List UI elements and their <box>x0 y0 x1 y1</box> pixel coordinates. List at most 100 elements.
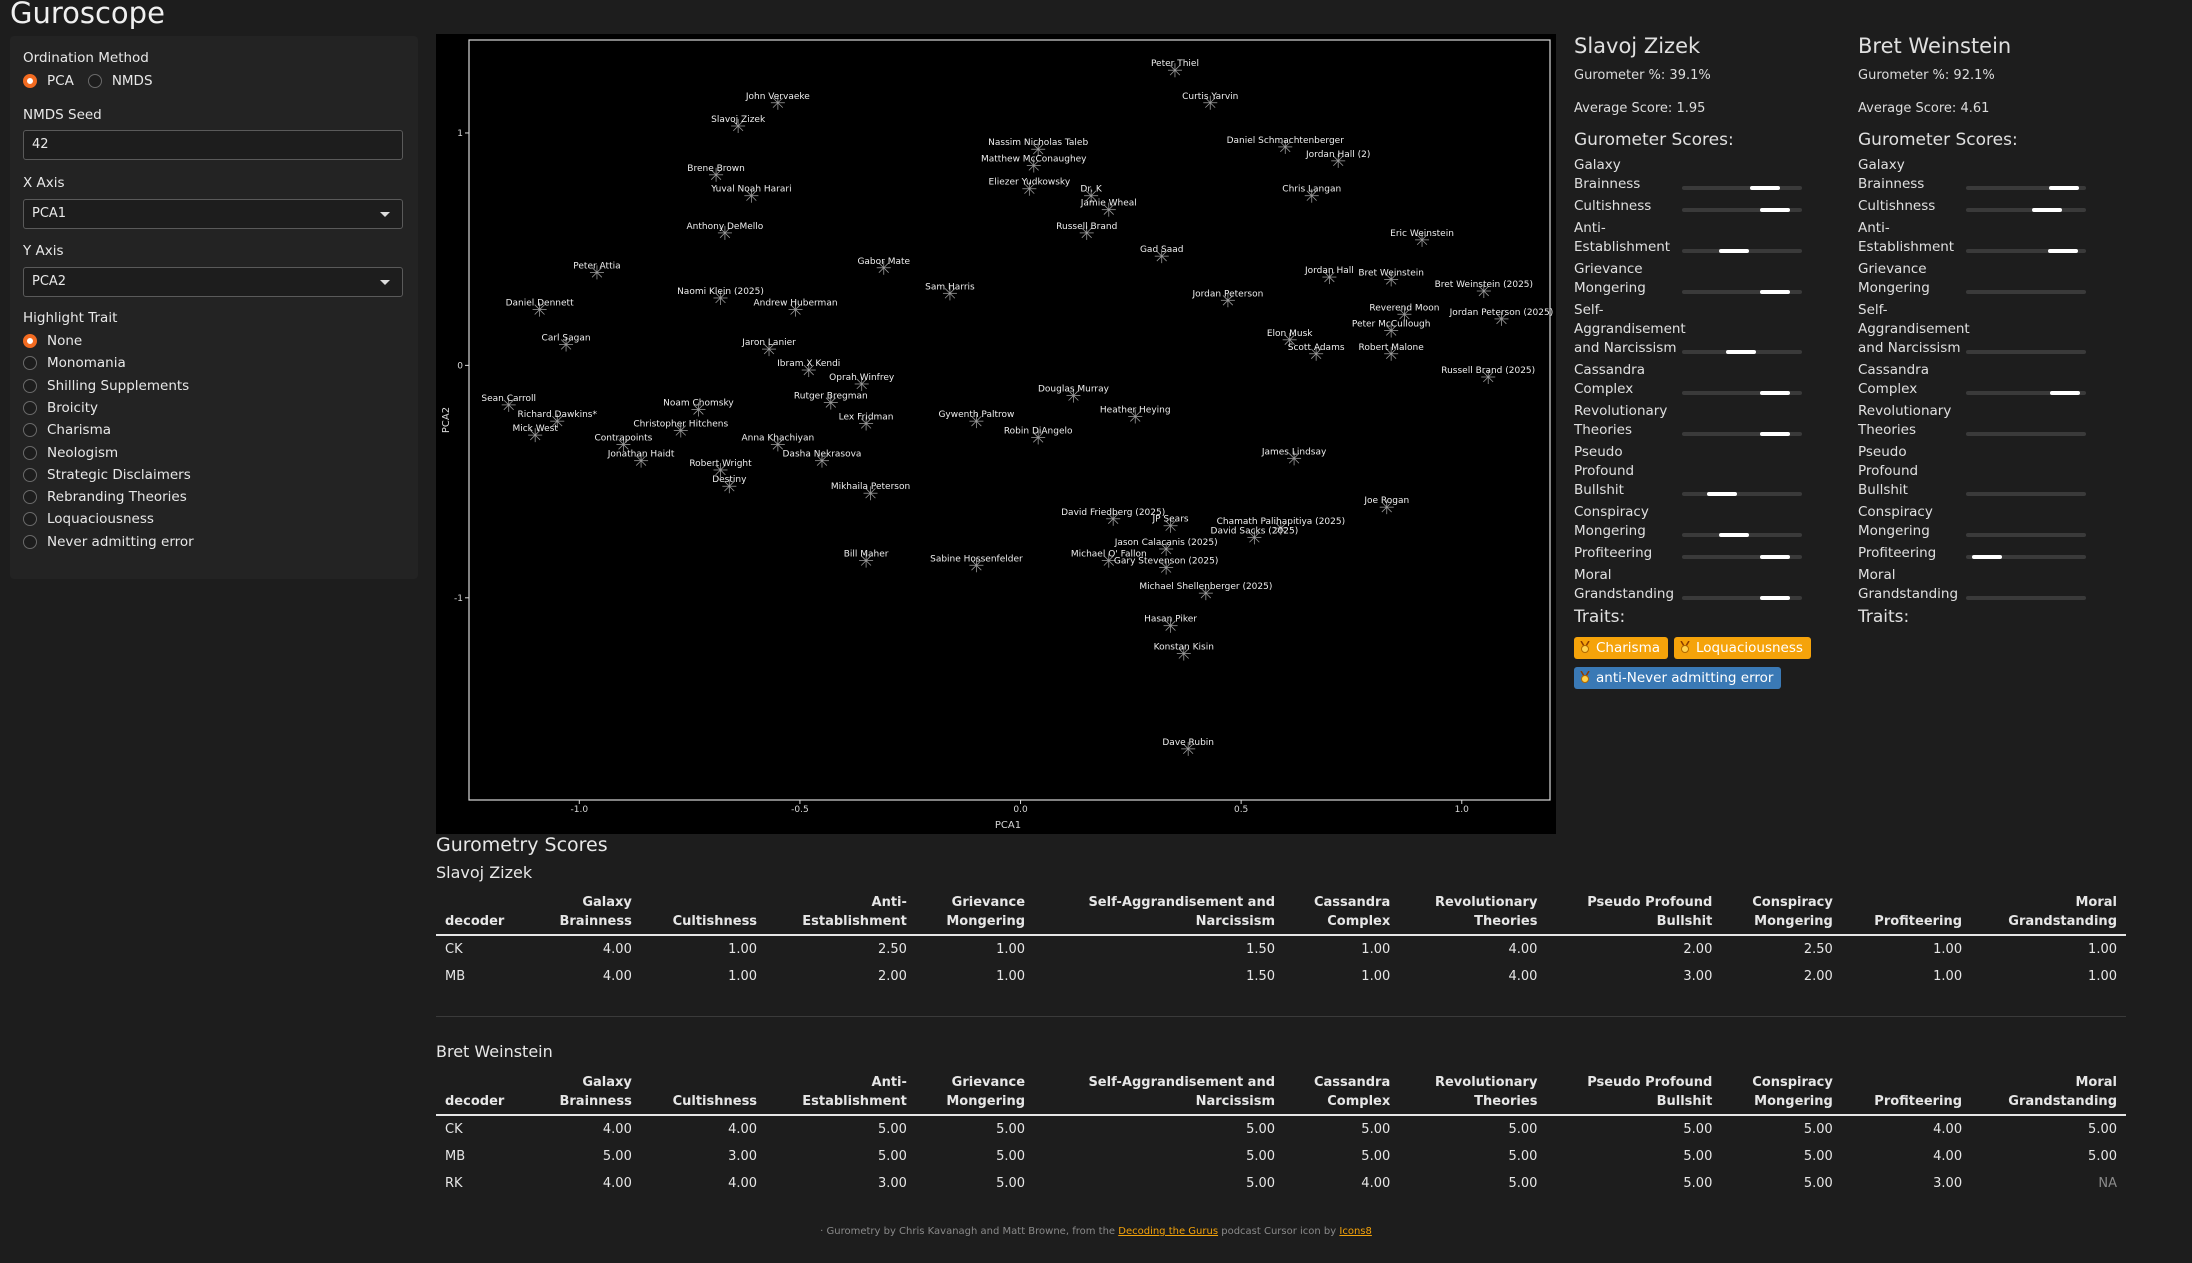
trait-radio[interactable] <box>23 334 37 348</box>
pca-scatter-plot[interactable]: PCA1 PCA2 -1.0 -0.5 0.0 0.5 1.0 1 0 -1 Peter Th… <box>436 34 1556 834</box>
trait-radio[interactable] <box>23 445 37 460</box>
scatter-point-label: Mikhaila Peterson <box>831 482 910 492</box>
table-header-cell: Conspiracy Mongering <box>1721 891 1842 936</box>
trait-option-label[interactable]: Strategic Disclaimers <box>47 467 191 483</box>
trait-option-label[interactable]: None <box>47 333 82 349</box>
score-bar <box>1682 533 1802 537</box>
table-cell: 5.00 <box>1508 1149 1538 1164</box>
trait-radio[interactable] <box>23 467 37 482</box>
header-text: Narcissism <box>1195 1094 1276 1109</box>
gurometer-scores-heading: Gurometer Scores: <box>1574 130 1734 150</box>
header-text: Grievance <box>951 895 1026 910</box>
score-row: Moral Grandstanding <box>1858 566 2128 604</box>
table-cell: 5.00 <box>1246 1176 1276 1191</box>
trait-option[interactable]: Strategic Disclaimers <box>23 467 191 483</box>
trait-badge-label: anti-Never admitting error <box>1596 670 1774 686</box>
header-text: Self-Aggrandisement and <box>1088 895 1276 910</box>
table-cell: 1.50 <box>1246 942 1276 957</box>
header-text: Pseudo Profound <box>1587 1075 1713 1090</box>
trait-radio[interactable] <box>23 512 37 527</box>
table-cell: 4.00 <box>602 1122 632 1137</box>
radio-pca-label[interactable]: PCA <box>47 73 74 89</box>
scatter-point-label: Jamie Wheal <box>1080 199 1137 209</box>
score-bar <box>1966 555 2086 559</box>
trait-radio[interactable] <box>23 400 37 415</box>
table-header-cell: Profiteering <box>1841 891 1972 936</box>
trait-option-label[interactable]: Never admitting error <box>47 534 194 550</box>
header-text: Anti- <box>871 1075 907 1090</box>
trait-option[interactable]: Never admitting error <box>23 534 194 550</box>
score-row: Anti-Establishment <box>1858 219 2128 257</box>
trait-option[interactable]: Broicity <box>23 400 98 416</box>
trait-badge-label: Loquaciousness <box>1696 640 1803 656</box>
scores-table-secondary: decoder Galaxy Brainness Cultishness Anti- Es… <box>436 1071 2126 1197</box>
trait-option-label[interactable]: Monomania <box>47 355 126 371</box>
table-header-cell: decoder <box>436 891 531 936</box>
table-header-cell: Grievance Mongering <box>915 891 1035 936</box>
trait-option-label[interactable]: Broicity <box>47 400 98 416</box>
score-bar <box>1966 492 2086 496</box>
header-text: Brainness <box>559 914 632 929</box>
scatter-point-label: Anthony DeMello <box>687 222 764 232</box>
trait-option[interactable]: Loquaciousness <box>23 511 154 527</box>
radio-nmds-label[interactable]: NMDS <box>112 73 153 89</box>
header-text: Grandstanding <box>2008 914 2117 929</box>
x-axis-select[interactable]: PCA1 <box>23 199 403 229</box>
trait-option[interactable]: None <box>23 333 82 349</box>
header-text: Anti- <box>871 895 907 910</box>
scatter-point-label: Rutger Bregman <box>794 392 868 402</box>
scatter-point-label: Eliezer Yudkowsky <box>989 178 1071 188</box>
scatter-point-label: Daniel Dennett <box>506 299 574 309</box>
radio-pca[interactable] <box>23 74 37 88</box>
trait-radio[interactable] <box>23 378 37 393</box>
score-bar <box>1966 290 2086 294</box>
trait-option[interactable]: Monomania <box>23 355 126 371</box>
trait-badge[interactable]: Charisma <box>1574 637 1669 659</box>
trait-radio[interactable] <box>23 490 37 505</box>
trait-option[interactable]: Neologism <box>23 445 118 461</box>
chevron-down-icon <box>380 212 390 217</box>
footer-link-decoding-the-gurus[interactable]: Decoding the Gurus <box>1118 1226 1218 1237</box>
scatter-point-label: Carl Sagan <box>542 333 591 343</box>
header-text: Cassandra <box>1313 1075 1391 1090</box>
scatter-point-label: Konstan Kisin <box>1154 643 1214 653</box>
table-cell: RK <box>445 1176 463 1191</box>
table-cell: 4.00 <box>602 969 632 984</box>
scatter-point-label: Dasha Nekrasova <box>783 450 862 460</box>
footer-link-icons8[interactable]: Icons8 <box>1339 1226 1371 1237</box>
scatter-point-label: Brene Brown <box>687 164 745 174</box>
header-text: Complex <box>1327 1094 1391 1109</box>
table-header-cell: Revolutionary Theories <box>1399 891 1547 936</box>
trait-option[interactable]: Charisma <box>23 422 111 438</box>
score-bar <box>1682 432 1802 436</box>
scatter-point-label: Oprah Winfrey <box>829 373 895 383</box>
y-axis-select[interactable]: PCA2 <box>23 267 403 297</box>
table-cell: 2.00 <box>877 969 907 984</box>
score-name: Anti-Establishment <box>1574 220 1671 255</box>
score-bar-fill <box>1719 249 1750 253</box>
trait-option-label[interactable]: Charisma <box>47 422 111 438</box>
trait-option-label[interactable]: Neologism <box>47 445 118 461</box>
trait-option[interactable]: Rebranding Theories <box>23 489 187 505</box>
scatter-point-label: Yuval Noah Harari <box>710 185 791 195</box>
score-name: Grievance Mongering <box>1574 261 1646 296</box>
radio-nmds[interactable] <box>87 74 102 88</box>
table-cell: 5.00 <box>2088 1149 2117 1164</box>
trait-radio[interactable] <box>23 423 37 438</box>
score-bar <box>1966 208 2086 212</box>
nmds-seed-input[interactable]: 42 <box>23 130 403 160</box>
trait-radio[interactable] <box>23 534 37 549</box>
table-cell: 2.00 <box>1683 942 1713 957</box>
score-bar <box>1966 249 2086 253</box>
trait-badge[interactable]: Loquaciousness <box>1674 637 1811 659</box>
header-text: Mongering <box>1754 914 1833 929</box>
trait-badge[interactable]: anti-Never admitting error <box>1574 667 1782 689</box>
chevron-down-icon <box>380 280 390 285</box>
x-tick-label: -0.5 <box>791 805 809 815</box>
score-bar <box>1682 186 1802 190</box>
trait-option-label[interactable]: Shilling Supplements <box>47 378 189 394</box>
trait-radio[interactable] <box>23 356 37 371</box>
trait-option[interactable]: Shilling Supplements <box>23 378 189 394</box>
trait-option-label[interactable]: Loquaciousness <box>47 511 154 527</box>
trait-option-label[interactable]: Rebranding Theories <box>47 489 187 505</box>
